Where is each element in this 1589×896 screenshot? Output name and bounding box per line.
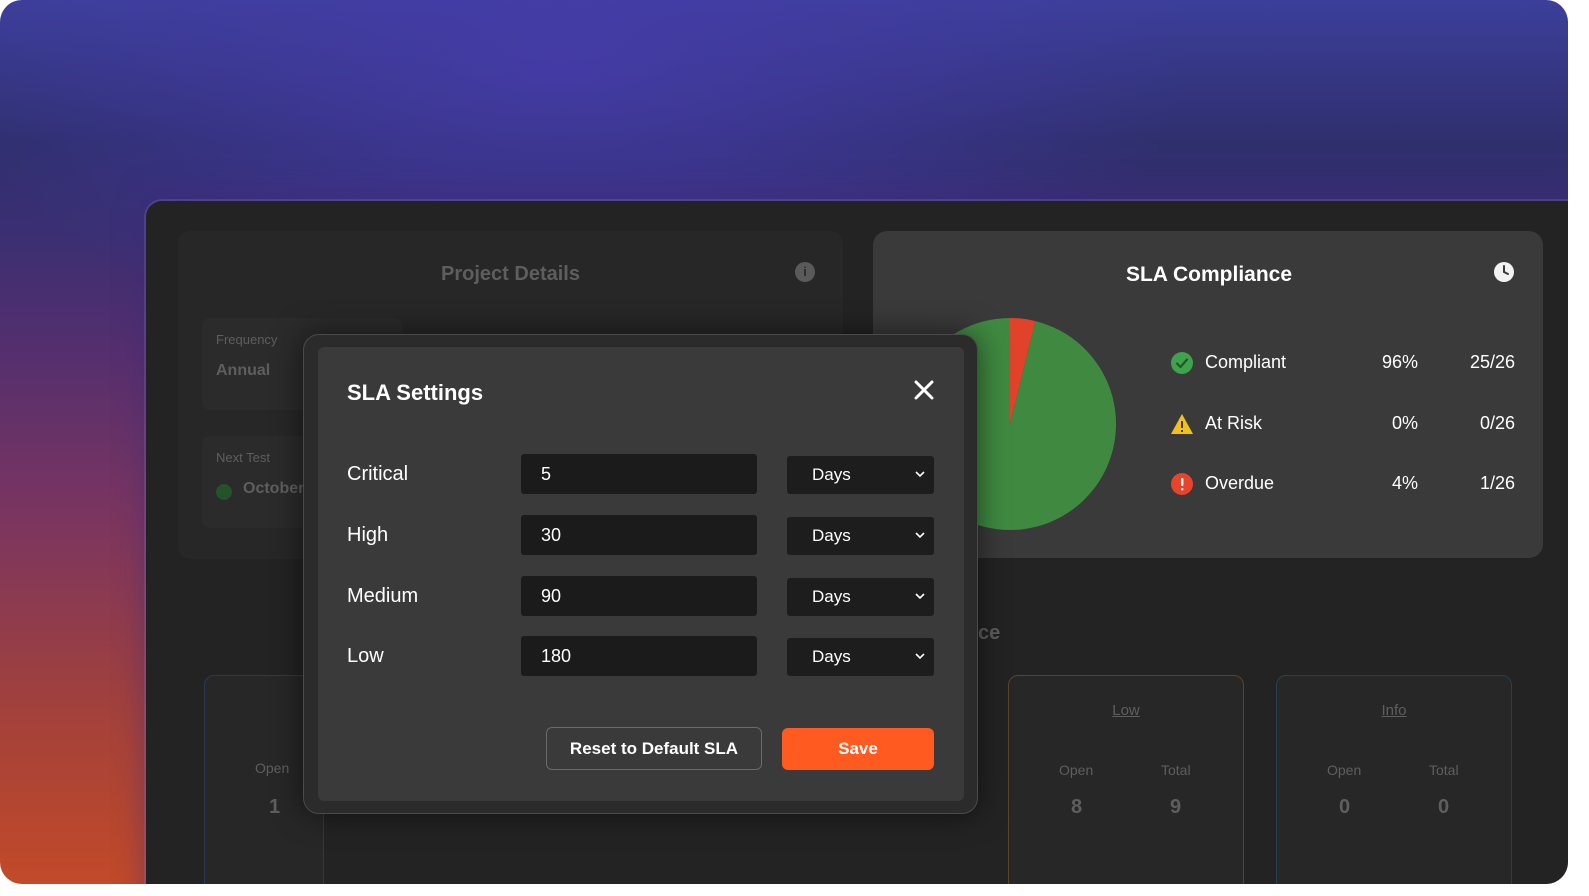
section-title-fragment: ce bbox=[978, 622, 1001, 644]
legend-count: 25/26 bbox=[1469, 352, 1515, 372]
total-value: 0 bbox=[1438, 796, 1450, 818]
chevron-down-icon bbox=[915, 532, 925, 539]
severity-card-title[interactable]: Low bbox=[1009, 702, 1243, 719]
info-icon[interactable]: i bbox=[795, 262, 815, 282]
severity-card-title[interactable]: Info bbox=[1277, 702, 1511, 719]
low-days-input[interactable]: 180 bbox=[521, 636, 757, 676]
unit-select-value: Days bbox=[812, 587, 851, 606]
critical-days-input[interactable]: 5 bbox=[521, 454, 757, 494]
frequency-label: Frequency bbox=[216, 332, 278, 347]
row-label-critical: Critical bbox=[347, 463, 409, 485]
open-value: 8 bbox=[1071, 796, 1083, 818]
unit-select-value: Days bbox=[812, 465, 851, 484]
chevron-down-icon bbox=[915, 593, 925, 600]
legend-count: 0/26 bbox=[1479, 413, 1515, 433]
next-test-label: Next Test bbox=[216, 450, 270, 465]
unit-select-value: Days bbox=[812, 526, 851, 545]
project-details-title: Project Details bbox=[441, 263, 580, 285]
check-icon bbox=[216, 484, 232, 500]
open-value: 0 bbox=[1339, 796, 1351, 818]
row-label-medium: Medium bbox=[347, 585, 419, 607]
legend-row-at-risk: At Risk 0% 0/26 bbox=[1170, 409, 1520, 439]
high-days-input[interactable]: 30 bbox=[521, 515, 757, 555]
legend-pct: 4% bbox=[1391, 473, 1418, 493]
medium-unit-select[interactable]: Days bbox=[787, 578, 934, 616]
row-label-low: Low bbox=[347, 645, 384, 667]
unit-select-value: Days bbox=[812, 647, 851, 666]
total-label: Total bbox=[1429, 762, 1459, 778]
severity-card-low: Low Open Total 8 9 bbox=[1008, 675, 1244, 884]
medium-days-input[interactable]: 90 bbox=[521, 576, 757, 616]
legend-pct: 96% bbox=[1381, 352, 1418, 372]
total-value: 9 bbox=[1170, 796, 1182, 818]
save-button[interactable]: Save bbox=[782, 728, 934, 770]
modal-title: SLA Settings bbox=[347, 380, 484, 405]
close-icon[interactable] bbox=[910, 376, 938, 404]
clock-icon[interactable] bbox=[1493, 261, 1515, 283]
legend-row-overdue: Overdue 4% 1/26 bbox=[1170, 469, 1520, 499]
frequency-value: Annual bbox=[216, 362, 271, 379]
legend-pct: 0% bbox=[1391, 413, 1418, 433]
critical-unit-select[interactable]: Days bbox=[787, 456, 934, 494]
row-label-high: High bbox=[347, 524, 389, 546]
alert-circle-icon bbox=[1171, 473, 1193, 495]
high-unit-select[interactable]: Days bbox=[787, 517, 934, 555]
next-test-value: October bbox=[243, 480, 305, 497]
sla-compliance-title: SLA Compliance bbox=[1125, 263, 1293, 286]
legend-name: Overdue bbox=[1205, 473, 1275, 493]
chevron-down-icon bbox=[915, 653, 925, 660]
open-label: Open bbox=[255, 760, 290, 776]
legend-name: At Risk bbox=[1205, 413, 1263, 433]
background-frame: Project Details i Frequency Annual Next … bbox=[0, 0, 1568, 884]
low-unit-select[interactable]: Days bbox=[787, 638, 934, 676]
legend-row-compliant: Compliant 96% 25/26 bbox=[1170, 348, 1520, 378]
open-label: Open bbox=[1327, 762, 1362, 778]
severity-card-info: Info Open Total 0 0 bbox=[1276, 675, 1512, 884]
open-value: 1 bbox=[269, 796, 281, 818]
chevron-down-icon bbox=[915, 471, 925, 478]
open-label: Open bbox=[1059, 762, 1094, 778]
legend-name: Compliant bbox=[1205, 352, 1287, 372]
total-label: Total bbox=[1161, 762, 1191, 778]
reset-default-sla-button[interactable]: Reset to Default SLA bbox=[546, 727, 762, 770]
legend-count: 1/26 bbox=[1479, 473, 1515, 493]
warning-triangle-icon bbox=[1171, 414, 1193, 434]
check-circle-icon bbox=[1171, 352, 1193, 374]
